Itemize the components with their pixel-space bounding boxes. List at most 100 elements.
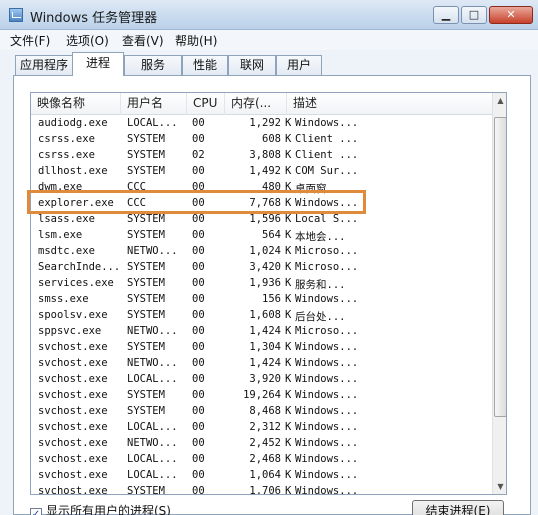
user-name-cell: LOCAL... — [127, 453, 178, 465]
column-description[interactable]: 描述 — [287, 93, 492, 115]
cpu-cell: 00 — [192, 245, 205, 257]
memory-unit-cell: K — [285, 389, 292, 401]
process-name-cell: SearchInde... — [38, 261, 121, 273]
table-row[interactable]: svchost.exe SYSTEM 00 1,304 K Windows... — [31, 339, 492, 355]
table-row[interactable]: dwm.exe CCC 00 480 K 桌面窗... — [31, 179, 492, 195]
table-row[interactable]: explorer.exe CCC 00 7,768 K Windows... — [31, 195, 492, 211]
cpu-cell: 02 — [192, 149, 205, 161]
tab-users[interactable]: 用户 — [276, 55, 322, 75]
table-row[interactable]: sppsvc.exe NETWO... 00 1,424 K Microso... — [31, 323, 492, 339]
table-row[interactable]: lsm.exe SYSTEM 00 564 K 本地会... — [31, 227, 492, 243]
process-name-cell: svchost.exe — [38, 405, 108, 417]
table-row[interactable]: svchost.exe NETWO... 00 1,424 K Windows... — [31, 355, 492, 371]
cpu-cell: 00 — [192, 197, 205, 209]
table-row[interactable]: spoolsv.exe SYSTEM 00 1,608 K 后台处... — [31, 307, 492, 323]
scrollbar-thumb[interactable] — [494, 117, 506, 417]
table-row[interactable]: svchost.exe LOCAL... 00 3,920 K Windows... — [31, 371, 492, 387]
window-title: Windows 任务管理器 — [30, 11, 158, 26]
column-cpu[interactable]: CPU — [187, 93, 225, 115]
description-cell: Windows... — [295, 373, 359, 385]
menu-file[interactable]: 文件(F) — [10, 32, 50, 49]
description-cell: Client ... — [295, 149, 359, 161]
table-row[interactable]: svchost.exe LOCAL... 00 1,064 K Windows... — [31, 467, 492, 483]
memory-unit-cell: K — [285, 421, 292, 433]
table-row[interactable]: SearchInde... SYSTEM 00 3,420 K Microso... — [31, 259, 492, 275]
tab-networking[interactable]: 联网 — [228, 55, 276, 75]
process-list-header: 映像名称 用户名 CPU 内存(... 描述 — [31, 93, 492, 115]
table-row[interactable]: dllhost.exe SYSTEM 00 1,492 K COM Sur... — [31, 163, 492, 179]
tab-performance[interactable]: 性能 — [182, 55, 228, 75]
memory-unit-cell: K — [285, 325, 292, 337]
description-cell: Windows... — [295, 389, 359, 401]
description-cell: Windows... — [295, 197, 359, 209]
description-cell: Microso... — [295, 245, 359, 257]
table-row[interactable]: services.exe SYSTEM 00 1,936 K 服务和... — [31, 275, 492, 291]
memory-cell: 1,292 — [249, 117, 281, 129]
column-image-name[interactable]: 映像名称 — [31, 93, 121, 115]
close-button[interactable]: ✕ — [489, 6, 533, 24]
memory-unit-cell: K — [285, 245, 292, 257]
show-all-label: 显示所有用户的进程(S) — [46, 504, 171, 515]
process-name-cell: svchost.exe — [38, 341, 108, 353]
description-cell: 后台处... — [295, 311, 346, 323]
tab-services[interactable]: 服务 — [124, 55, 182, 75]
table-row[interactable]: svchost.exe SYSTEM 00 1,706 K Windows... — [31, 483, 492, 494]
description-cell: 服务和... — [295, 279, 346, 291]
table-row[interactable]: lsass.exe SYSTEM 00 1,596 K Local S... — [31, 211, 492, 227]
description-cell: Microso... — [295, 261, 359, 273]
process-rows: audiodg.exe LOCAL... 00 1,292 K Windows... csr… — [31, 115, 492, 494]
memory-unit-cell: K — [285, 165, 292, 177]
process-name-cell: svchost.exe — [38, 469, 108, 481]
memory-unit-cell: K — [285, 293, 292, 305]
user-name-cell: SYSTEM — [127, 149, 165, 161]
cpu-cell: 00 — [192, 309, 205, 321]
user-name-cell: SYSTEM — [127, 293, 165, 305]
user-name-cell: CCC — [127, 197, 146, 209]
table-row[interactable]: svchost.exe SYSTEM 00 19,264 K Windows... — [31, 387, 492, 403]
menu-help[interactable]: 帮助(H) — [175, 32, 217, 49]
tab-processes[interactable]: 进程 — [72, 52, 124, 76]
maximize-button[interactable]: □ — [461, 6, 487, 24]
menu-options[interactable]: 选项(O) — [66, 32, 109, 49]
table-row[interactable]: svchost.exe SYSTEM 00 8,468 K Windows... — [31, 403, 492, 419]
menu-view[interactable]: 查看(V) — [122, 32, 164, 49]
column-memory[interactable]: 内存(... — [225, 93, 287, 115]
table-row[interactable]: audiodg.exe LOCAL... 00 1,292 K Windows... — [31, 115, 492, 131]
memory-cell: 19,264 — [243, 389, 281, 401]
user-name-cell: LOCAL... — [127, 373, 178, 385]
menu-bar: 文件(F) 选项(O) 查看(V) 帮助(H) — [0, 30, 538, 50]
table-row[interactable]: msdtc.exe NETWO... 00 1,024 K Microso... — [31, 243, 492, 259]
end-process-button[interactable]: 结束进程(E) — [412, 500, 504, 515]
memory-cell: 2,452 — [249, 437, 281, 449]
memory-unit-cell: K — [285, 309, 292, 321]
table-row[interactable]: svchost.exe LOCAL... 00 2,468 K Windows... — [31, 451, 492, 467]
minimize-button[interactable]: ▁ — [433, 6, 459, 24]
cpu-cell: 00 — [192, 261, 205, 273]
memory-cell: 1,304 — [249, 341, 281, 353]
table-row[interactable]: svchost.exe NETWO... 00 2,452 K Windows... — [31, 435, 492, 451]
show-all-processes-checkbox[interactable]: ✓ 显示所有用户的进程(S) — [30, 502, 171, 515]
scroll-down-arrow-icon[interactable]: ▼ — [494, 479, 506, 494]
user-name-cell: LOCAL... — [127, 421, 178, 433]
memory-cell: 8,468 — [249, 405, 281, 417]
scroll-up-arrow-icon[interactable]: ▲ — [494, 93, 506, 108]
description-cell: Windows... — [295, 293, 359, 305]
checkbox-check-icon[interactable]: ✓ — [30, 508, 42, 515]
vertical-scrollbar[interactable]: ▲ ▼ — [492, 93, 506, 494]
cpu-cell: 00 — [192, 293, 205, 305]
table-row[interactable]: csrss.exe SYSTEM 02 3,808 K Client ... — [31, 147, 492, 163]
memory-cell: 1,492 — [249, 165, 281, 177]
cpu-cell: 00 — [192, 405, 205, 417]
cpu-cell: 00 — [192, 181, 205, 193]
table-row[interactable]: csrss.exe SYSTEM 00 608 K Client ... — [31, 131, 492, 147]
table-row[interactable]: svchost.exe LOCAL... 00 2,312 K Windows... — [31, 419, 492, 435]
tab-applications[interactable]: 应用程序 — [15, 55, 73, 75]
user-name-cell: LOCAL... — [127, 469, 178, 481]
process-list[interactable]: 映像名称 用户名 CPU 内存(... 描述 audiodg.exe LOCAL.… — [30, 92, 507, 495]
table-row[interactable]: smss.exe SYSTEM 00 156 K Windows... — [31, 291, 492, 307]
memory-cell: 1,424 — [249, 357, 281, 369]
cpu-cell: 00 — [192, 421, 205, 433]
user-name-cell: SYSTEM — [127, 165, 165, 177]
title-bar[interactable]: Windows 任务管理器 ▁ □ ✕ — [0, 0, 538, 30]
column-user-name[interactable]: 用户名 — [121, 93, 187, 115]
